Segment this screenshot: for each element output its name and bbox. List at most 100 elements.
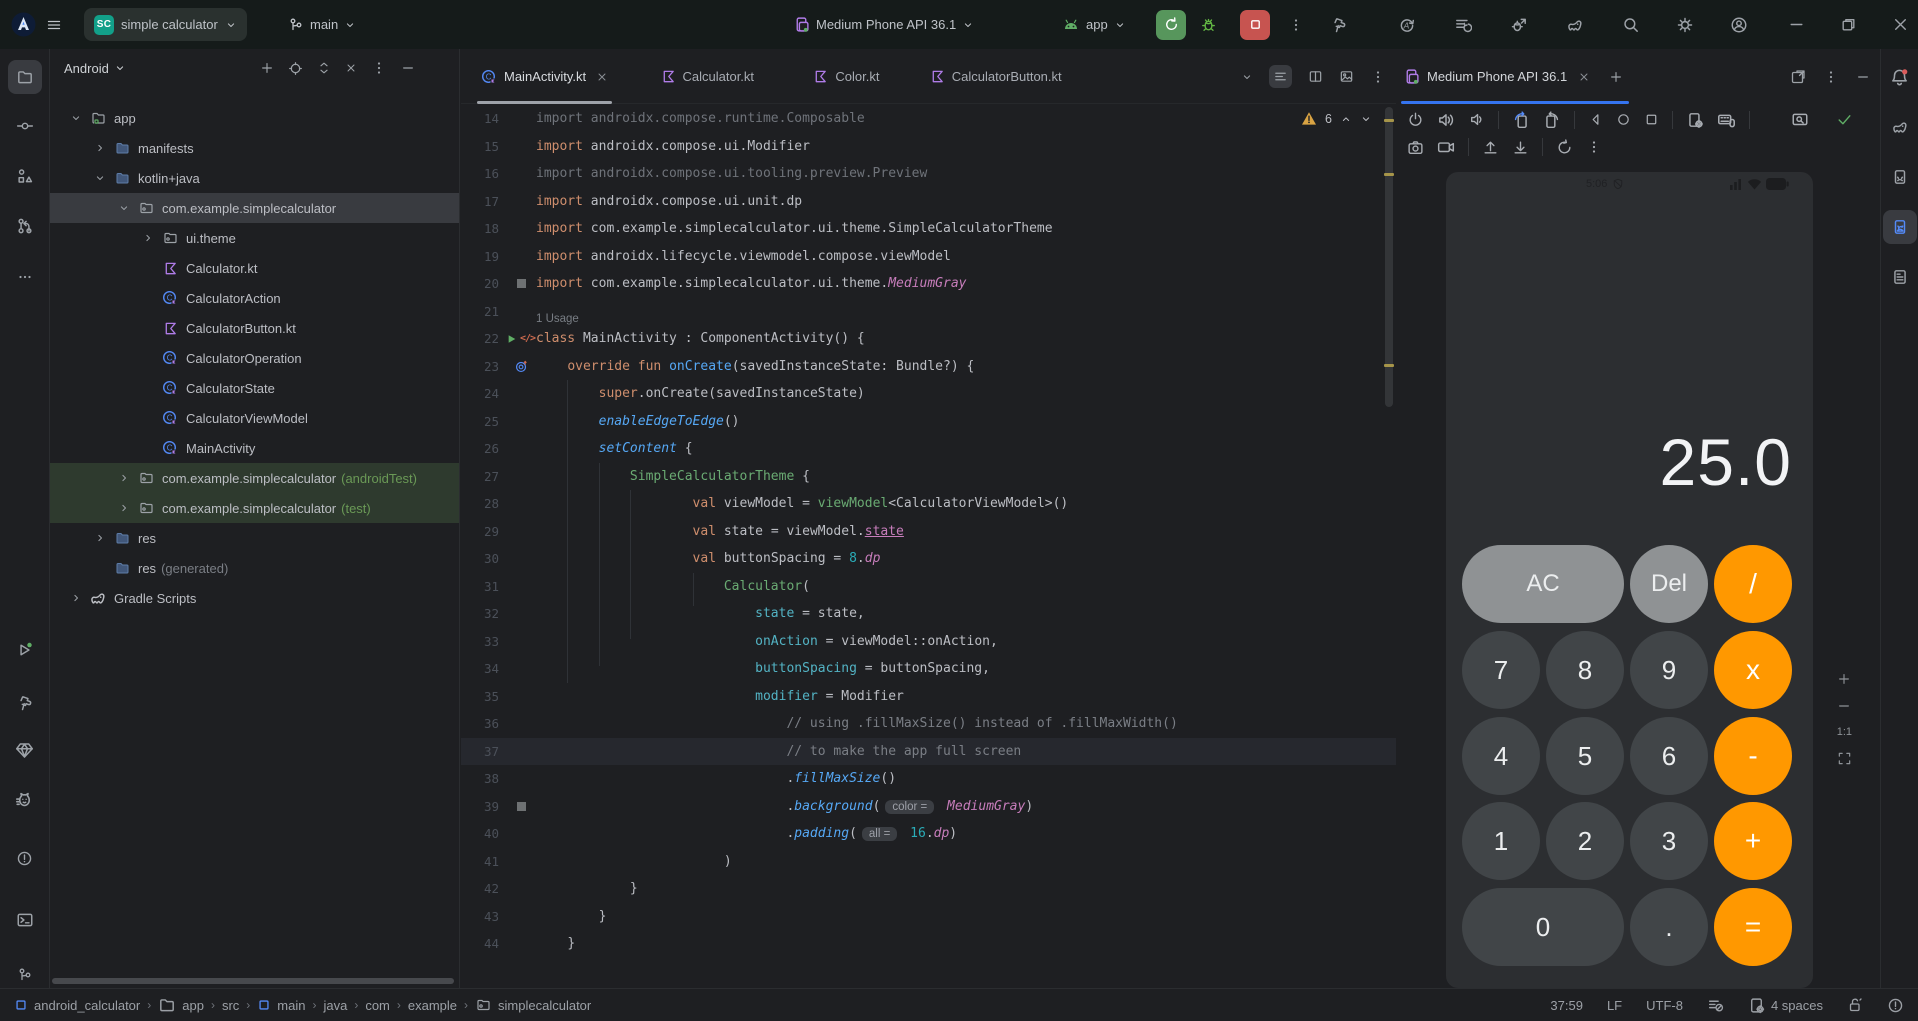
structure-tool-button[interactable] — [8, 159, 42, 193]
reset-snapshot-icon[interactable] — [1556, 139, 1573, 156]
code-line-31[interactable]: 31 Calculator( — [461, 573, 1396, 601]
zoom-reset-button[interactable]: 1:1 — [1837, 726, 1852, 738]
panel-options-icon[interactable] — [1823, 69, 1839, 85]
zoom-in-icon[interactable] — [1837, 672, 1851, 686]
code-line-20[interactable]: 20import com.example.simplecalculator.ui… — [461, 270, 1396, 298]
chevron-down-icon[interactable] — [114, 62, 126, 74]
window-restore-button[interactable] — [1840, 0, 1857, 49]
download-icon[interactable] — [1512, 139, 1529, 156]
android-home-icon[interactable] — [1616, 112, 1631, 127]
display-settings-icon[interactable] — [1791, 111, 1809, 129]
calc-key-[interactable]: / — [1714, 545, 1792, 623]
line-separator[interactable]: LF — [1607, 998, 1622, 1013]
build-button[interactable] — [1330, 0, 1348, 49]
device-settings-icon[interactable] — [1686, 111, 1704, 129]
emulator-screen[interactable]: 5:06 25.0 ACDel/789x456-123+0.= — [1446, 172, 1813, 988]
code-line-42[interactable]: 42 } — [461, 875, 1396, 903]
code-line-41[interactable]: 41 ) — [461, 848, 1396, 876]
tree-item-com-example-simplecalculator[interactable]: com.example.simplecalculator — [50, 193, 459, 223]
tab-color-kt[interactable]: Color.kt — [807, 49, 885, 104]
device-selector[interactable]: Medium Phone API 36.1 — [793, 0, 974, 49]
code-line-22[interactable]: 22</>class MainActivity : ComponentActiv… — [461, 325, 1396, 353]
close-icon[interactable] — [596, 71, 608, 83]
code-line-18[interactable]: 18import com.example.simplecalculator.ui… — [461, 215, 1396, 243]
breadcrumb[interactable]: android_calculator›app›src›main›java›com… — [14, 996, 591, 1014]
code-line-43[interactable]: 43 } — [461, 903, 1396, 931]
tree-item-app[interactable]: app — [50, 103, 459, 133]
breadcrumb-example[interactable]: example — [408, 998, 457, 1013]
code-line-27[interactable]: 27 SimpleCalculatorTheme { — [461, 463, 1396, 491]
calc-key-1[interactable]: 1 — [1462, 802, 1540, 880]
power-button-icon[interactable] — [1407, 111, 1424, 128]
file-lock-toggle[interactable] — [1847, 997, 1863, 1013]
screenshot-icon[interactable] — [1407, 139, 1424, 156]
apply-code-changes-button[interactable] — [1454, 0, 1472, 49]
code-line-24[interactable]: 24 super.onCreate(savedInstanceState) — [461, 380, 1396, 408]
code-line-33[interactable]: 33 onAction = viewModel::onAction, — [461, 628, 1396, 656]
calc-key-4[interactable]: 4 — [1462, 717, 1540, 795]
code-view[interactable]: 14import androidx.compose.runtime.Compos… — [461, 105, 1396, 988]
android-overview-icon[interactable] — [1644, 112, 1659, 127]
breadcrumb-java[interactable]: java — [323, 998, 347, 1013]
calc-key-2[interactable]: 2 — [1546, 802, 1624, 880]
hardware-input-icon[interactable] — [1717, 110, 1736, 129]
upload-icon[interactable] — [1482, 139, 1499, 156]
vcs-branch-selector[interactable]: main — [288, 0, 356, 49]
chevron-right-icon[interactable] — [112, 502, 136, 514]
tree-item-gradle-scripts[interactable]: Gradle Scripts — [50, 583, 459, 613]
tree-item-com-example-simplecalculator[interactable]: com.example.simplecalculator(androidTest… — [50, 463, 459, 493]
code-line-35[interactable]: 35 modifier = Modifier — [461, 683, 1396, 711]
run-tool-button[interactable] — [8, 633, 42, 667]
panel-options-icon[interactable] — [371, 60, 387, 76]
tree-item-manifests[interactable]: manifests — [50, 133, 459, 163]
calc-key-[interactable]: = — [1714, 888, 1792, 966]
run-class-icon[interactable]: </> — [507, 333, 535, 345]
window-close-button[interactable] — [1892, 0, 1909, 49]
code-line-34[interactable]: 34 buttonSpacing = buttonSpacing, — [461, 655, 1396, 683]
more-tool-windows-button[interactable] — [8, 260, 42, 294]
main-menu-button[interactable] — [46, 0, 62, 49]
tree-item-res[interactable]: res — [50, 523, 459, 553]
profile-avatar-button[interactable] — [1730, 0, 1748, 49]
window-minimize-button[interactable] — [1788, 0, 1805, 49]
chevron-right-icon[interactable] — [64, 592, 88, 604]
code-line-17[interactable]: 17import androidx.compose.ui.unit.dp — [461, 188, 1396, 216]
tree-item-calculatorbutton-kt[interactable]: CalculatorButton.kt — [50, 313, 459, 343]
calc-key-[interactable]: + — [1714, 802, 1792, 880]
tree-item-calculatoroperation[interactable]: CCalculatorOperation — [50, 343, 459, 373]
code-line-37[interactable]: 37 // to make the app full screen — [461, 738, 1396, 766]
debug-button[interactable] — [1200, 0, 1217, 49]
fit-screen-icon[interactable] — [1837, 751, 1852, 766]
settings-button[interactable] — [1676, 0, 1694, 49]
calc-key-7[interactable]: 7 — [1462, 631, 1540, 709]
select-opened-file-icon[interactable] — [288, 61, 303, 76]
breadcrumb-com[interactable]: com — [365, 998, 390, 1013]
open-in-window-icon[interactable] — [1790, 69, 1806, 85]
gradle-tool-button[interactable] — [1883, 110, 1917, 144]
tree-item-mainactivity[interactable]: CMainActivity — [50, 433, 459, 463]
tab-mainactivity-kt[interactable]: CMainActivity.kt — [475, 49, 614, 104]
volume-down-icon[interactable] — [1468, 111, 1485, 128]
project-selector[interactable]: SC simple calculator — [84, 8, 247, 41]
tree-item-calculatorstate[interactable]: CCalculatorState — [50, 373, 459, 403]
indent-style-icon[interactable] — [1707, 997, 1724, 1014]
file-encoding[interactable]: UTF-8 — [1646, 998, 1683, 1013]
project-tool-button[interactable] — [8, 60, 42, 94]
rotate-right-icon[interactable] — [1543, 111, 1561, 129]
device-tab[interactable]: Medium Phone API 36.1 — [1403, 49, 1623, 104]
calc-key-[interactable]: . — [1630, 888, 1708, 966]
notifications-button[interactable] — [1883, 60, 1917, 94]
hidden-tabs-icon[interactable] — [1241, 71, 1253, 83]
code-line-32[interactable]: 32 state = state, — [461, 600, 1396, 628]
calc-key-5[interactable]: 5 — [1546, 717, 1624, 795]
chevron-right-icon[interactable] — [112, 472, 136, 484]
calc-key-0[interactable]: 0 — [1462, 888, 1624, 966]
running-devices-button[interactable] — [1883, 210, 1917, 244]
chevron-down-icon[interactable] — [64, 112, 88, 124]
logcat-tool-button[interactable] — [8, 783, 42, 817]
hide-panel-icon[interactable] — [401, 61, 415, 75]
tab-calculatorbutton-kt[interactable]: CalculatorButton.kt — [924, 49, 1068, 104]
color-preview-icon[interactable] — [507, 279, 535, 288]
code-view-button[interactable] — [1269, 65, 1292, 88]
usage-hint[interactable]: 1 Usage — [536, 313, 579, 325]
